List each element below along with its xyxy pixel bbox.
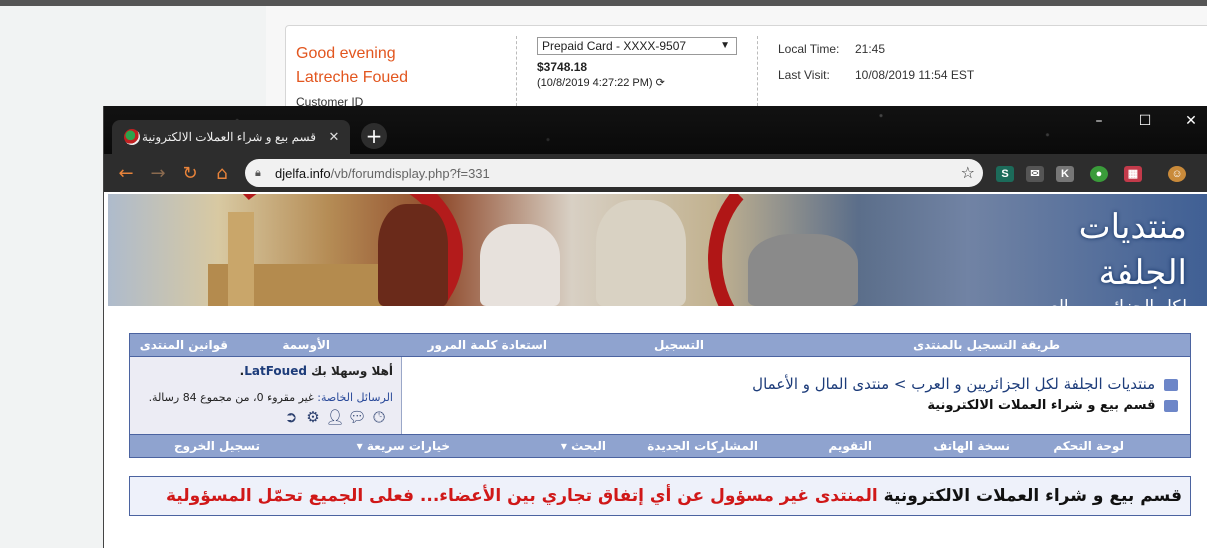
forum-banner[interactable]: منتديات الجلفة لكل الجزائريين والعرب — [108, 194, 1207, 306]
info-box: أهلا وسهلا بك LatFoued. الرسائل الخاصة: … — [129, 357, 1191, 434]
lock-icon[interactable]: 🔒︎ — [255, 167, 275, 180]
browser-tab[interactable]: قسم بيع و شراء العملات الالكترونية ✕ — [112, 120, 350, 154]
current-forum-name: قسم بيع و شراء العملات الالكترونية — [927, 398, 1156, 413]
settings-gear-icon[interactable]: ⚙ — [304, 408, 322, 426]
extension-k-icon[interactable]: K — [1056, 166, 1074, 182]
messages-icon[interactable]: 💬︎ — [347, 408, 366, 426]
reload-icon[interactable]: ↻ — [178, 161, 202, 185]
banner-person — [480, 224, 560, 306]
banner-minaret — [228, 212, 254, 306]
chevron-down-icon: ▾ — [560, 439, 567, 453]
nav-quick-options-label: خيارات سريعة — [366, 439, 450, 453]
nav-mobile-version[interactable]: نسخة الهاتف — [933, 439, 1010, 453]
nav-search-label: البحث — [571, 439, 606, 453]
back-arrow-icon[interactable]: ← — [114, 161, 138, 185]
balance-amount: $3748.18 — [537, 60, 588, 74]
balance-timestamp: (10/8/2019 4:27:22 PM) ⟳ — [537, 76, 665, 89]
minimize-button[interactable]: – — [1076, 106, 1122, 136]
nav-awards[interactable]: الأوسمة — [282, 338, 330, 352]
local-time-label: Local Time: — [778, 42, 840, 56]
top-navbar: طريقة التسجيل بالمنتدى التسجيل استعادة ك… — [129, 333, 1191, 357]
breadcrumb: منتديات الجلفة لكل الجزائريين و العرب > … — [752, 375, 1178, 393]
nav-password-recovery[interactable]: استعادة كلمة المرور — [428, 338, 547, 352]
welcome-message: أهلا وسهلا بك LatFoued. — [240, 364, 393, 378]
url-path: /vb/forumdisplay.php?f=331 — [330, 165, 490, 181]
nav-calendar[interactable]: التقويم — [828, 439, 872, 453]
greeting-line: Good evening — [296, 45, 396, 62]
bookmark-star-icon[interactable]: ☆ — [961, 163, 975, 182]
forum-logo-title: منتديات الجلفة — [1078, 207, 1187, 293]
last-visit-label: Last Visit: — [778, 68, 830, 82]
extension-calendar-icon[interactable]: ▦ — [1124, 166, 1142, 182]
browser-toolbar: ← → ↻ ⌂ 🔒︎ djelfa.info/vb/forumdisplay.p… — [104, 154, 1207, 192]
forward-arrow-icon[interactable]: → — [146, 161, 170, 185]
divider — [757, 36, 758, 106]
tab-close-icon[interactable]: ✕ — [324, 129, 344, 145]
greeting-name: Latreche Foued — [296, 69, 409, 86]
banner-person — [378, 204, 448, 306]
username-link[interactable]: LatFoued — [244, 364, 307, 378]
home-icon[interactable]: ⌂ — [210, 161, 234, 185]
forum-logo: منتديات الجلفة لكل الجزائريين والعرب — [1017, 204, 1187, 306]
nav-register[interactable]: التسجيل — [654, 338, 704, 352]
window-controls: – ☐ ✕ — [1076, 106, 1207, 136]
favicon-icon — [124, 129, 140, 145]
browser-window: قسم بيع و شراء العملات الالكترونية ✕ + –… — [103, 106, 1207, 548]
banner-person — [596, 200, 686, 306]
private-messages-count: غير مقروء 0، من مجموع 84 رسالة. — [148, 391, 314, 404]
nav-new-posts[interactable]: المشاركات الجديدة — [647, 439, 758, 453]
close-window-button[interactable]: ✕ — [1168, 106, 1207, 136]
url-host: djelfa.info — [275, 165, 331, 181]
private-messages-link[interactable]: الرسائل الخاصة: — [317, 391, 393, 404]
user-action-icons: ➲ ⚙ 👤︎ 💬︎ 🕒︎ — [282, 408, 388, 426]
refresh-icon[interactable]: ⟳ — [656, 76, 665, 89]
maximize-button[interactable]: ☐ — [1122, 106, 1168, 136]
greeting: Good evening Latreche Foued — [296, 42, 408, 90]
notice-disclaimer: المنتدى غير مسؤول عن أي إتفاق تجاري بين … — [166, 486, 878, 506]
private-messages-line: الرسائل الخاصة: غير مقروء 0، من مجموع 84… — [149, 391, 393, 404]
card-select-value: Prepaid Card - XXXX-9507 — [542, 39, 687, 53]
chevron-down-icon: ▾ — [356, 439, 363, 453]
nav-quick-options[interactable]: خيارات سريعة ▾ — [357, 439, 450, 453]
card-select[interactable]: Prepaid Card - XXXX-9507 ▼ — [537, 37, 737, 55]
notice-forum-name: قسم بيع و شراء العملات الالكترونية — [883, 486, 1182, 506]
nav-forum-rules[interactable]: قوانين المنتدى — [140, 338, 228, 352]
add-user-icon[interactable]: 👤︎ — [325, 408, 344, 426]
breadcrumb-root[interactable]: منتديات الجلفة لكل الجزائريين و العرب — [911, 375, 1155, 393]
nav-logout[interactable]: تسجيل الخروج — [174, 439, 260, 453]
nav-control-panel[interactable]: لوحة التحكم — [1053, 439, 1124, 453]
address-bar[interactable]: 🔒︎ djelfa.info/vb/forumdisplay.php?f=331… — [245, 159, 983, 187]
tab-title: قسم بيع و شراء العملات الالكترونية — [142, 130, 316, 144]
nav-search[interactable]: البحث ▾ — [561, 439, 606, 453]
dropdown-arrow-icon: ▼ — [720, 40, 730, 51]
welcome-prefix: أهلا وسهلا بك — [311, 364, 393, 378]
balance-timestamp-text: (10/8/2019 4:27:22 PM) — [537, 77, 653, 89]
extension-s-icon[interactable]: S — [996, 166, 1014, 182]
forum-logo-subtitle: لكل الجزائريين والعرب — [1017, 296, 1187, 306]
clock-icon[interactable]: 🕒︎ — [370, 408, 388, 426]
current-forum-title: قسم بيع و شراء العملات الالكترونية — [927, 398, 1178, 413]
nav-registration-guide[interactable]: طريقة التسجيل بالمنتدى — [913, 338, 1060, 352]
user-panel: أهلا وسهلا بك LatFoued. الرسائل الخاصة: … — [130, 357, 402, 434]
forum-page: منتديات الجلفة لكل الجزائريين والعرب طري… — [104, 192, 1207, 548]
folder-open-icon — [1164, 399, 1178, 412]
bottom-navbar: لوحة التحكم نسخة الهاتف التقويم المشاركا… — [129, 434, 1191, 458]
breadcrumb-section[interactable]: منتدى المال و الأعمال — [752, 375, 889, 393]
logout-icon[interactable]: ➲ — [282, 408, 300, 426]
forum-notice-banner: قسم بيع و شراء العملات الالكترونية المنت… — [129, 476, 1191, 516]
breadcrumb-separator: > — [893, 375, 907, 393]
extension-globe-icon[interactable]: ● — [1090, 166, 1108, 182]
title-bar: قسم بيع و شراء العملات الالكترونية ✕ + –… — [104, 106, 1207, 154]
banner-people — [748, 234, 858, 306]
new-tab-button[interactable]: + — [361, 123, 387, 149]
last-visit-value: 10/08/2019 11:54 EST — [855, 68, 975, 82]
profile-avatar-icon[interactable]: ☺ — [1168, 166, 1186, 182]
folder-icon — [1164, 378, 1178, 391]
extension-mail-icon[interactable]: ✉ — [1026, 166, 1044, 182]
divider — [516, 36, 517, 106]
local-time-value: 21:45 — [855, 42, 886, 56]
